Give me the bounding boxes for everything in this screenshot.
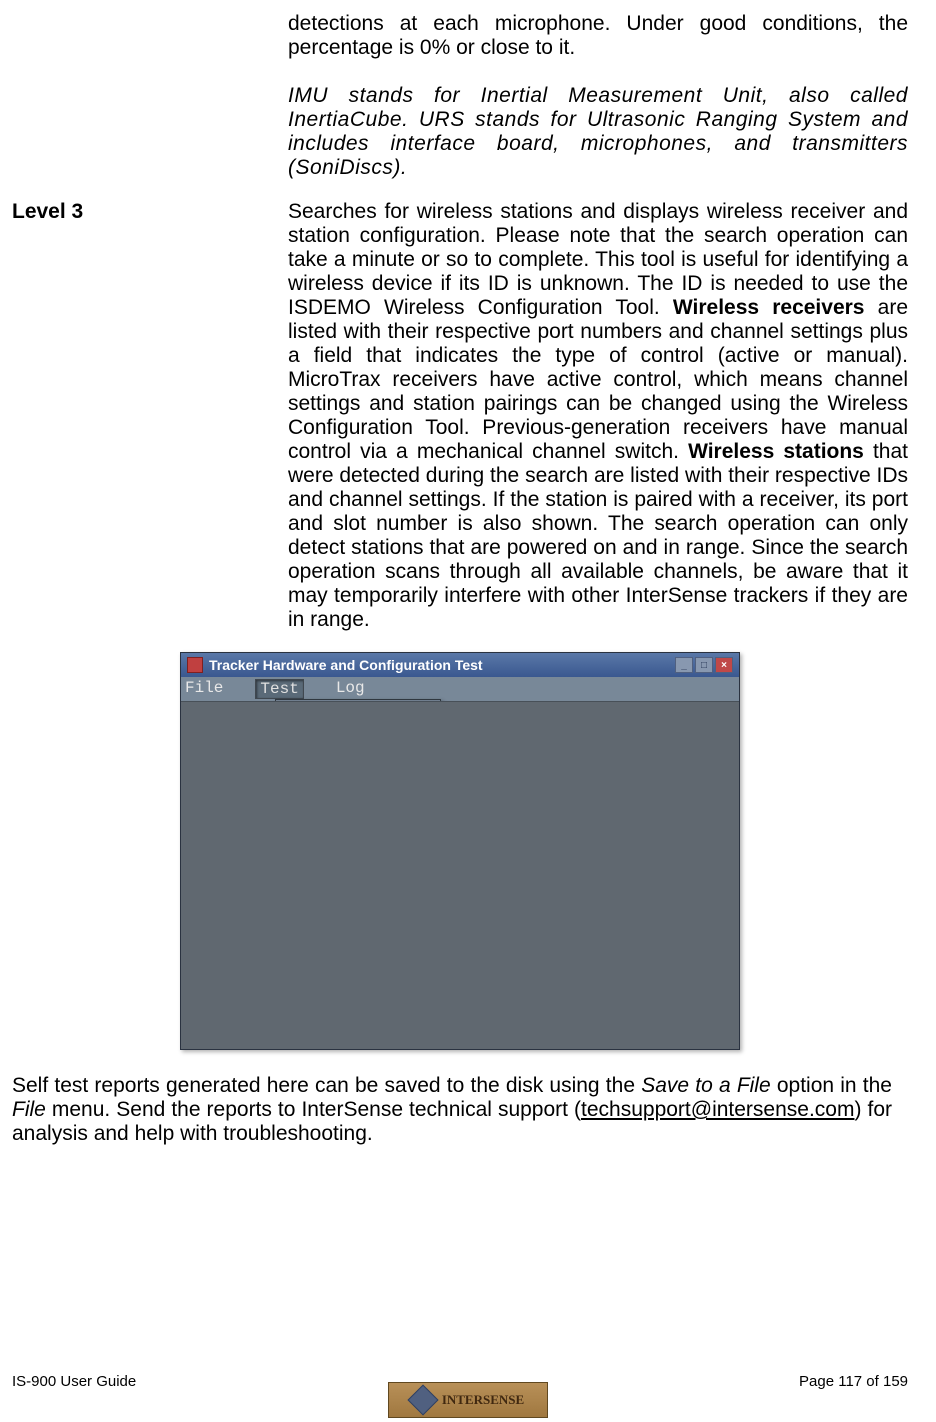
- logo-diamond-icon: [407, 1384, 438, 1415]
- menu-file[interactable]: File: [185, 679, 223, 699]
- bottom-save-file: Save to a File: [641, 1074, 770, 1097]
- close-button[interactable]: ×: [715, 657, 733, 673]
- level3-mid: are listed with their respective port nu…: [288, 296, 908, 463]
- app-window: Tracker Hardware and Configuration Test …: [180, 652, 740, 1050]
- intersense-logo: INTERSENSE: [388, 1382, 548, 1418]
- bottom-file-word: File: [12, 1098, 46, 1121]
- para-imu-note: IMU stands for Inertial Measurement Unit…: [288, 84, 908, 180]
- section-body-level3: Searches for wireless stations and displ…: [288, 200, 908, 632]
- window-body: [181, 701, 739, 1049]
- maximize-button[interactable]: □: [695, 657, 713, 673]
- menu-test[interactable]: Test: [255, 679, 303, 699]
- bottom-mid2: menu. Send the reports to InterSense tec…: [46, 1098, 581, 1121]
- bottom-pre: Self test reports generated here can be …: [12, 1074, 641, 1097]
- support-email: techsupport@intersense.com: [581, 1098, 854, 1121]
- titlebar: Tracker Hardware and Configuration Test …: [181, 653, 739, 677]
- level3-bold1: Wireless receivers: [673, 296, 865, 319]
- level3-bold2: Wireless stations: [688, 440, 864, 463]
- logo-text: INTERSENSE: [442, 1392, 524, 1408]
- section-body-0: detections at each microphone. Under goo…: [288, 12, 908, 180]
- window-title: Tracker Hardware and Configuration Test: [209, 657, 675, 673]
- footer-logo-wrap: INTERSENSE: [0, 1382, 936, 1418]
- app-icon: [187, 657, 203, 673]
- section-label-empty: [12, 12, 288, 180]
- bottom-mid: option in the: [771, 1074, 892, 1097]
- menubar: File Test Log: [181, 677, 739, 701]
- para-detections: detections at each microphone. Under goo…: [288, 12, 908, 60]
- section-label-level3: Level 3: [12, 200, 288, 632]
- level3-post: that were detected during the search are…: [288, 440, 908, 631]
- bottom-paragraph: Self test reports generated here can be …: [12, 1074, 892, 1146]
- minimize-button[interactable]: _: [675, 657, 693, 673]
- menu-log[interactable]: Log: [336, 679, 365, 699]
